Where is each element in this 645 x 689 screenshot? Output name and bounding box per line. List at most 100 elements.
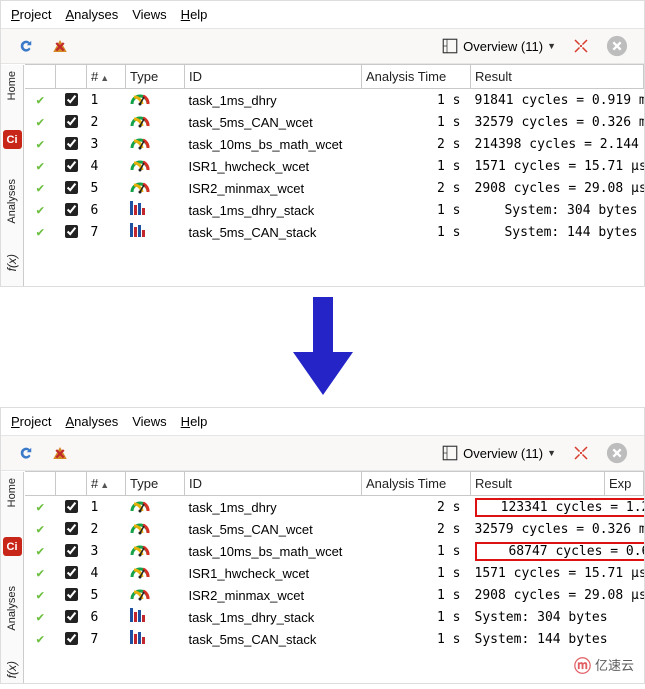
row-checkbox[interactable]	[65, 566, 78, 579]
row-number: 3	[87, 133, 126, 155]
row-checkbox[interactable]	[65, 544, 78, 557]
close-button[interactable]	[602, 33, 632, 59]
bottom-panel: Project Analyses Views Help Overview (11) ▼ H…	[0, 407, 645, 684]
col-id[interactable]: ID	[185, 472, 362, 496]
row-checkbox[interactable]	[65, 181, 78, 194]
row-id: task_1ms_dhry_stack	[185, 606, 362, 628]
row-result: 2908 cycles = 29.08 µs	[471, 177, 644, 199]
row-time: 1 s	[362, 89, 471, 112]
row-checkbox[interactable]	[65, 500, 78, 513]
toolbar: Overview (11) ▼	[1, 436, 644, 471]
menu-project[interactable]: Project	[11, 7, 51, 22]
row-checkbox[interactable]	[65, 203, 78, 216]
table-row[interactable]: ✔3task_10ms_bs_math_wcet1 s68747 cycles …	[25, 540, 644, 562]
table-row[interactable]: ✔5ISR2_minmax_wcet2 s2908 cycles = 29.08…	[25, 177, 644, 199]
table-row[interactable]: ✔2task_5ms_CAN_wcet2 s32579 cycles = 0.3…	[25, 518, 644, 540]
table-row[interactable]: ✔6task_1ms_dhry_stack1 sSystem: 304 byte…	[25, 606, 644, 628]
target-button[interactable]	[568, 35, 594, 57]
tab-home[interactable]: Home	[6, 478, 18, 507]
status-check-icon: ✔	[36, 500, 44, 515]
row-result: 1571 cycles = 15.71 µs	[471, 155, 644, 177]
refresh-button[interactable]	[13, 35, 39, 57]
tab-fx[interactable]: f(x)	[5, 254, 19, 271]
col-time[interactable]: Analysis Time	[362, 472, 471, 496]
col-type[interactable]: Type	[126, 65, 185, 89]
table-row[interactable]: ✔2task_5ms_CAN_wcet1 s32579 cycles = 0.3…	[25, 111, 644, 133]
target-button[interactable]	[568, 442, 594, 464]
row-id: task_5ms_CAN_stack	[185, 221, 362, 243]
top-panel: Project Analyses Views Help Overview (11) ▼ H…	[0, 0, 645, 287]
row-checkbox[interactable]	[65, 137, 78, 150]
col-type[interactable]: Type	[126, 472, 185, 496]
overview-dropdown[interactable]: Overview (11) ▼	[437, 442, 560, 464]
row-type-icon	[126, 496, 185, 519]
col-num[interactable]: #▲	[87, 472, 126, 496]
overview-dropdown[interactable]: Overview (11) ▼	[437, 35, 560, 57]
menu-project[interactable]: Project	[11, 414, 51, 429]
col-id[interactable]: ID	[185, 65, 362, 89]
row-id: ISR1_hwcheck_wcet	[185, 155, 362, 177]
row-result: 91841 cycles = 0.919 ms	[471, 89, 644, 112]
row-time: 2 s	[362, 177, 471, 199]
tab-fx[interactable]: f(x)	[5, 661, 19, 678]
status-check-icon: ✔	[36, 203, 44, 218]
row-result: 32579 cycles = 0.326 ms	[471, 518, 605, 540]
row-checkbox[interactable]	[65, 159, 78, 172]
close-button[interactable]	[602, 440, 632, 466]
row-result: 123341 cycles = 1.234 ms	[471, 496, 605, 519]
tab-analyses[interactable]: Analyses	[6, 179, 18, 224]
col-result[interactable]: Result	[471, 472, 605, 496]
row-number: 5	[87, 177, 126, 199]
row-type-icon	[126, 89, 185, 112]
status-check-icon: ✔	[36, 544, 44, 559]
row-checkbox[interactable]	[65, 588, 78, 601]
col-expected[interactable]: Exp	[605, 472, 644, 496]
row-result: 2908 cycles = 29.08 µs	[471, 584, 605, 606]
row-number: 7	[87, 628, 126, 650]
menu-help[interactable]: Help	[181, 414, 208, 429]
col-time[interactable]: Analysis Time	[362, 65, 471, 89]
status-check-icon: ✔	[36, 632, 44, 647]
menu-analyses[interactable]: Analyses	[65, 7, 118, 22]
table-row[interactable]: ✔4ISR1_hwcheck_wcet1 s1571 cycles = 15.7…	[25, 155, 644, 177]
row-result: System: 144 bytes	[471, 221, 644, 243]
menu-views[interactable]: Views	[132, 414, 166, 429]
table-row[interactable]: ✔6task_1ms_dhry_stack1 sSystem: 304 byte…	[25, 199, 644, 221]
row-number: 6	[87, 199, 126, 221]
watermark: ⓜ亿速云	[574, 652, 634, 677]
table-row[interactable]: ✔4ISR1_hwcheck_wcet1 s1571 cycles = 15.7…	[25, 562, 644, 584]
row-checkbox[interactable]	[65, 610, 78, 623]
row-time: 1 s	[362, 221, 471, 243]
table-row[interactable]: ✔7task_5ms_CAN_stack1 sSystem: 144 bytes	[25, 221, 644, 243]
delete-button[interactable]	[47, 35, 73, 57]
tab-home[interactable]: Home	[6, 71, 18, 100]
table-row[interactable]: ✔1task_1ms_dhry2 s123341 cycles = 1.234 …	[25, 496, 644, 519]
tab-analyses[interactable]: Analyses	[6, 586, 18, 631]
table-row[interactable]: ✔5ISR2_minmax_wcet1 s2908 cycles = 29.08…	[25, 584, 644, 606]
menu-views[interactable]: Views	[132, 7, 166, 22]
row-type-icon	[126, 606, 185, 628]
row-id: task_1ms_dhry	[185, 496, 362, 519]
table-row[interactable]: ✔1task_1ms_dhry1 s91841 cycles = 0.919 m…	[25, 89, 644, 112]
row-checkbox[interactable]	[65, 115, 78, 128]
row-id: task_1ms_dhry_stack	[185, 199, 362, 221]
app-badge-icon: Ci	[3, 537, 22, 556]
status-check-icon: ✔	[36, 566, 44, 581]
menu-help[interactable]: Help	[181, 7, 208, 22]
col-num[interactable]: #▲	[87, 65, 126, 89]
refresh-button[interactable]	[13, 442, 39, 464]
row-number: 6	[87, 606, 126, 628]
row-checkbox[interactable]	[65, 225, 78, 238]
row-checkbox[interactable]	[65, 93, 78, 106]
row-checkbox[interactable]	[65, 522, 78, 535]
row-checkbox[interactable]	[65, 632, 78, 645]
table-row[interactable]: ✔7task_5ms_CAN_stack1 sSystem: 144 bytes	[25, 628, 644, 650]
menubar: Project Analyses Views Help	[1, 1, 644, 29]
row-result: System: 144 bytes	[471, 628, 605, 650]
col-result[interactable]: Result	[471, 65, 644, 89]
row-time: 1 s	[362, 111, 471, 133]
menu-analyses[interactable]: Analyses	[65, 414, 118, 429]
table-row[interactable]: ✔3task_10ms_bs_math_wcet2 s214398 cycles…	[25, 133, 644, 155]
row-result: 32579 cycles = 0.326 ms	[471, 111, 644, 133]
delete-button[interactable]	[47, 442, 73, 464]
